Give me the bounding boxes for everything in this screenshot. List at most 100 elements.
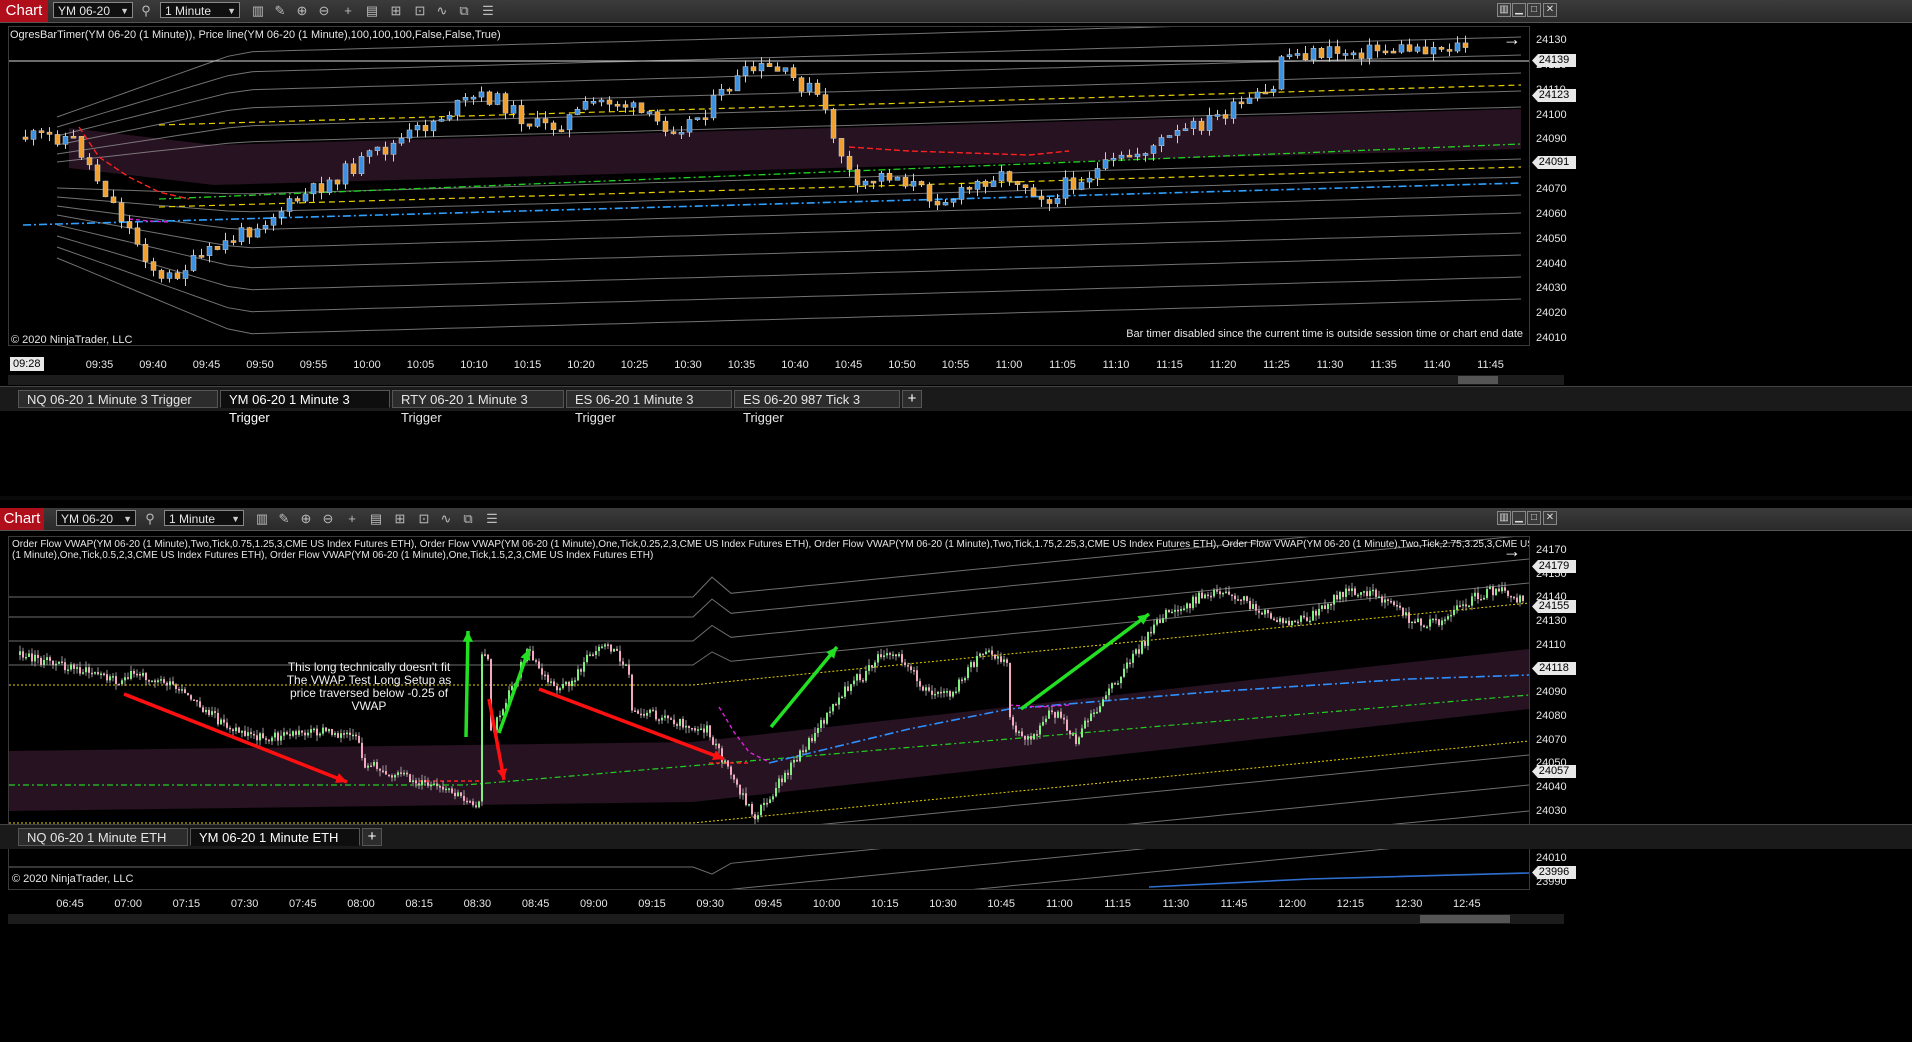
candle-body <box>1042 721 1044 726</box>
top-horizontal-scrollbar[interactable] <box>8 375 1564 385</box>
candle-body <box>151 680 153 683</box>
close-icon[interactable]: ✕ <box>1543 3 1557 17</box>
pencil-icon[interactable]: ✎ <box>276 511 292 527</box>
candle-body <box>758 63 765 72</box>
chart-tab[interactable]: NQ 06-20 1 Minute 3 Trigger <box>18 390 218 408</box>
top-time-axis[interactable]: 09:28 09:35 09:40 09:45 09:50 09:55 10:00 10:0… <box>8 355 1528 373</box>
crosshair-icon[interactable]: + <box>340 3 356 19</box>
maximize-icon[interactable]: □ <box>1527 511 1541 525</box>
candle-body <box>134 227 141 245</box>
candle-body <box>1516 597 1518 603</box>
candle-body <box>1182 128 1189 131</box>
bottom-horizontal-scrollbar[interactable] <box>8 914 1564 924</box>
top-price-axis[interactable]: 2413024120241102410024090240802407024060… <box>1530 26 1580 344</box>
candle-body <box>982 181 989 187</box>
candle-body <box>991 650 993 655</box>
price-label: 24100 <box>1536 108 1567 121</box>
chart-tab[interactable]: ES 06-20 987 Tick 3 Trigger <box>734 390 900 425</box>
candle-body <box>535 660 537 662</box>
chart-tab[interactable]: YM 06-20 1 Minute ETH <box>190 828 360 846</box>
bottom-time-axis[interactable]: 06:45 07:00 07:15 07:30 07:45 08:00 08:15 08:30… <box>8 894 1528 912</box>
candle-body <box>1132 653 1134 663</box>
strategy-icon[interactable]: ∿ <box>438 511 454 527</box>
chart-title-label[interactable]: Chart <box>0 0 48 22</box>
candle-body <box>658 719 660 721</box>
maximize-icon[interactable]: □ <box>1527 3 1541 17</box>
candle-body <box>1054 712 1056 718</box>
candle-body <box>598 646 600 652</box>
tile-icon[interactable]: ▥ <box>1497 511 1511 525</box>
candle-body <box>1228 591 1230 595</box>
add-tab-button[interactable]: + <box>362 828 382 846</box>
candle-body <box>1405 612 1407 616</box>
candle-body <box>78 136 85 158</box>
price-label: 24030 <box>1536 282 1567 295</box>
candle-body <box>638 102 645 114</box>
candle-body <box>634 710 636 713</box>
search-icon[interactable]: ⚲ <box>138 3 154 19</box>
properties-icon[interactable]: ▤ <box>368 511 384 527</box>
indicators-icon[interactable]: ⧉ <box>456 3 472 19</box>
candle-body <box>1262 91 1269 95</box>
time-label: 10:30 <box>674 359 702 371</box>
candle-body <box>556 686 558 691</box>
list-icon[interactable]: ☰ <box>480 3 496 19</box>
chart-tab[interactable]: ES 06-20 1 Minute 3 Trigger <box>566 390 732 425</box>
minimize-icon[interactable]: ▁ <box>1512 511 1526 525</box>
chart-tab[interactable]: RTY 06-20 1 Minute 3 Trigger <box>392 390 564 425</box>
envelope-line <box>56 246 1522 313</box>
strategy-icon[interactable]: ∿ <box>434 3 450 19</box>
tile-icon[interactable]: ▥ <box>1497 3 1511 17</box>
candle-body <box>1030 736 1032 740</box>
interval-selector[interactable]: 1 Minute ▼ <box>164 510 244 526</box>
close-icon[interactable]: ✕ <box>1543 511 1557 525</box>
candle-body <box>1075 734 1077 745</box>
candle-body <box>1255 604 1257 611</box>
snapshot-icon[interactable]: ⊡ <box>416 511 432 527</box>
candle-body <box>1110 158 1117 161</box>
pencil-icon[interactable]: ✎ <box>272 3 288 19</box>
chart-tab[interactable]: NQ 06-20 1 Minute ETH <box>18 828 188 846</box>
scroll-thumb[interactable] <box>1420 915 1510 923</box>
candle-body <box>970 662 972 668</box>
minimize-icon[interactable]: ▁ <box>1512 3 1526 17</box>
candle-body <box>808 738 810 750</box>
scroll-thumb[interactable] <box>1458 376 1498 384</box>
top-price-panel[interactable]: OgresBarTimer(YM 06-20 (1 Minute)), Pric… <box>8 26 1530 346</box>
chart-title-label[interactable]: Chart <box>0 508 44 530</box>
instrument-selector[interactable]: YM 06-20 ▼ <box>56 510 136 526</box>
indicators-icon[interactable]: ⧉ <box>460 511 476 527</box>
bar-type-icon[interactable]: ▥ <box>250 3 266 19</box>
candle-body <box>1519 595 1521 603</box>
candle-body <box>751 804 753 815</box>
instrument-selector[interactable]: YM 06-20 ▼ <box>53 2 133 18</box>
templates-icon[interactable]: ⊞ <box>388 3 404 19</box>
candle-body <box>487 654 489 660</box>
add-tab-button[interactable]: + <box>902 390 922 408</box>
price-tag: 24123 <box>1532 89 1576 102</box>
search-icon[interactable]: ⚲ <box>142 511 158 527</box>
candle-body <box>1423 625 1425 628</box>
zoom-out-icon[interactable]: ⊖ <box>316 3 332 19</box>
zoom-in-icon[interactable]: ⊕ <box>294 3 310 19</box>
price-label: 24070 <box>1536 733 1567 746</box>
snapshot-icon[interactable]: ⊡ <box>412 3 428 19</box>
crosshair-icon[interactable]: + <box>344 511 360 527</box>
bar-type-icon[interactable]: ▥ <box>254 511 270 527</box>
templates-icon[interactable]: ⊞ <box>392 511 408 527</box>
scroll-right-arrow-icon[interactable]: → <box>1503 29 1521 50</box>
candle-body <box>846 155 853 170</box>
chart-tab[interactable]: YM 06-20 1 Minute 3 Trigger <box>220 390 390 425</box>
scroll-right-arrow-icon[interactable]: → <box>1503 541 1521 562</box>
zoom-in-icon[interactable]: ⊕ <box>298 511 314 527</box>
zoom-out-icon[interactable]: ⊖ <box>320 511 336 527</box>
candle-body <box>1009 662 1011 718</box>
interval-selector[interactable]: 1 Minute ▼ <box>160 2 240 18</box>
candle-body <box>1303 615 1305 618</box>
properties-icon[interactable]: ▤ <box>364 3 380 19</box>
candle-body <box>278 211 285 218</box>
candle-body <box>349 732 351 735</box>
candle-body <box>1414 46 1421 52</box>
list-icon[interactable]: ☰ <box>484 511 500 527</box>
candle-body <box>1444 619 1446 621</box>
